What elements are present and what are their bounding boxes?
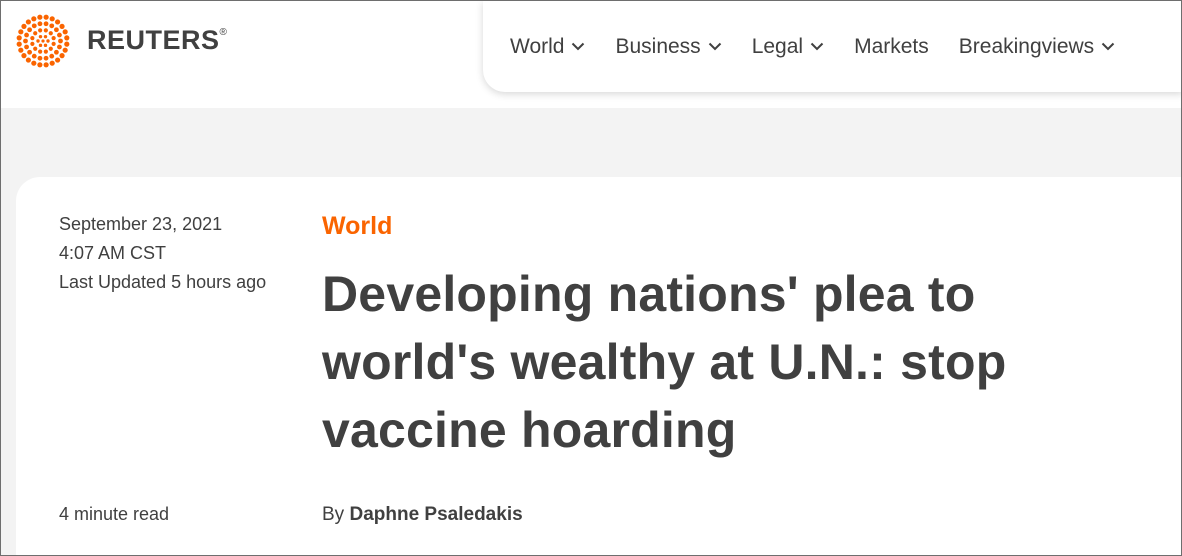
article-headline: Developing nations' plea to world's weal… <box>322 266 1007 458</box>
nav-item-markets[interactable]: Markets <box>854 35 929 59</box>
last-updated: Last Updated 5 hours ago <box>59 272 267 292</box>
chevron-down-icon <box>810 42 824 51</box>
read-time: 4 minute read <box>59 504 170 524</box>
main-navigation: World Business Legal Markets Breakingvie… <box>483 1 1181 92</box>
author-link[interactable]: Daphne Psaledakis <box>349 504 522 525</box>
nav-item-label: Business <box>615 34 701 58</box>
nav-item-legal[interactable]: Legal <box>752 35 824 59</box>
article-card: September 23, 2021 4:07 AM CST Last Upda… <box>16 177 1181 555</box>
reuters-dots-icon <box>16 14 70 68</box>
logo-wordmark: REUTERS® <box>87 24 228 55</box>
browser-viewport: REUTERS® World Business Legal Markets Br… <box>0 0 1182 556</box>
nav-item-label: Markets <box>854 34 929 58</box>
nav-item-label: Breakingviews <box>958 34 1095 58</box>
nav-item-breakingviews[interactable]: Breakingviews <box>959 35 1115 59</box>
chevron-down-icon <box>572 42 585 51</box>
byline-prefix: By <box>322 504 345 525</box>
nav-item-world[interactable]: World <box>510 35 585 59</box>
site-header: REUTERS® <box>1 1 483 108</box>
nav-item-business[interactable]: Business <box>615 35 721 59</box>
nav-item-label: World <box>510 34 565 58</box>
publish-date: September 23, 2021 <box>59 214 223 234</box>
nav-item-label: Legal <box>751 34 804 58</box>
byline: By Daphne Psaledakis <box>322 504 523 526</box>
article-meta: September 23, 2021 4:07 AM CST Last Upda… <box>59 210 269 297</box>
publish-time: 4:07 AM CST <box>59 243 167 263</box>
chevron-down-icon <box>1101 42 1115 51</box>
reuters-logo[interactable]: REUTERS® <box>15 13 227 69</box>
chevron-down-icon <box>708 42 721 51</box>
section-link-world[interactable]: World <box>322 212 392 241</box>
